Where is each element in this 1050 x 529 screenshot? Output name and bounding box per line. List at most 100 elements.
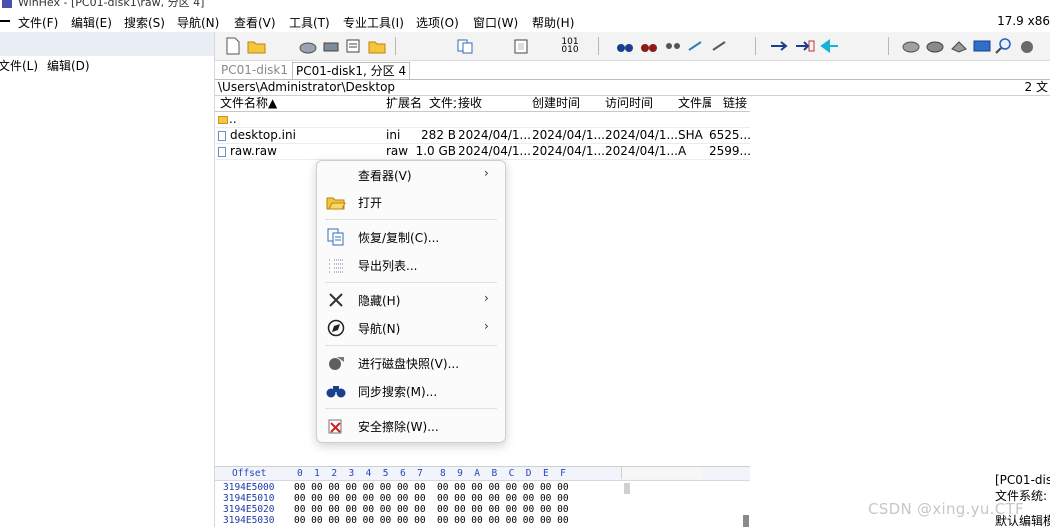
hex-column-header: 0 1 2 3 4 5 6 7 8 9 A B C D E F bbox=[297, 468, 566, 479]
hex-toolbar bbox=[621, 467, 702, 479]
file-created: 2024/04/1... bbox=[532, 128, 604, 142]
hex-bytes[interactable]: 00 00 00 00 00 00 00 00 00 00 00 00 00 0… bbox=[294, 482, 569, 493]
open-folder-icon bbox=[326, 193, 346, 211]
print-icon[interactable] bbox=[321, 36, 341, 56]
file-attr: SHA bbox=[678, 128, 703, 142]
zoom-icon[interactable] bbox=[994, 36, 1014, 56]
file-list: 文件名称▲ 扩展名 文件大小 接收 创建时间 访问时间 文件属 链接 .. de… bbox=[215, 96, 751, 160]
left-menu-file[interactable]: 文件(L) bbox=[0, 57, 38, 74]
hex-bytes[interactable]: 00 00 00 00 00 00 00 00 00 00 00 00 00 0… bbox=[294, 515, 569, 526]
hex-bytes[interactable]: 00 00 00 00 00 00 00 00 00 00 00 00 00 0… bbox=[294, 504, 569, 515]
save-icon[interactable] bbox=[298, 36, 318, 56]
hex-offset: 3194E5000 bbox=[223, 482, 275, 493]
col-header-name[interactable]: 文件名称▲ bbox=[220, 96, 380, 111]
menu-item-export-list[interactable]: 导出列表... bbox=[317, 252, 505, 278]
directory-browser-pane: 文件(L) 编辑(D) bbox=[0, 32, 215, 527]
toolbar: 101 010 bbox=[215, 32, 1050, 61]
left-pane-header bbox=[0, 32, 214, 56]
binary-convert-icon[interactable]: 101 010 bbox=[560, 36, 580, 56]
col-header-size[interactable]: 文件大小 bbox=[429, 96, 456, 111]
chevron-right-icon: › bbox=[484, 291, 489, 305]
goto-sector-icon[interactable] bbox=[795, 36, 815, 56]
menu-navigate[interactable]: 导航(N) bbox=[177, 14, 219, 31]
version-label: 17.9 x86 bbox=[997, 14, 1050, 28]
snapshot-icon[interactable] bbox=[1017, 36, 1037, 56]
system-menu-icon[interactable] bbox=[0, 20, 10, 22]
menu-item-disk-snapshot[interactable]: 进行磁盘快照(V)... bbox=[317, 350, 505, 376]
find-hex-icon[interactable] bbox=[639, 36, 659, 56]
menu-bar: 文件(F) 编辑(E) 搜索(S) 导航(N) 查看(V) 工具(T) 专业工具… bbox=[0, 10, 1050, 32]
context-menu: 查看器(V) › 打开 恢复/复制(C)... 导出列表... 隐藏(H) › … bbox=[316, 160, 506, 443]
hex-header: Offset 0 1 2 3 4 5 6 7 8 9 A B C D E F bbox=[215, 467, 750, 481]
menu-search[interactable]: 搜索(S) bbox=[124, 14, 165, 31]
find-text-icon[interactable] bbox=[615, 36, 635, 56]
menu-file[interactable]: 文件(F) bbox=[18, 14, 58, 31]
menu-item-hide[interactable]: 隐藏(H) › bbox=[317, 287, 505, 313]
table-row[interactable]: desktop.ini ini 282 B 2024/04/1... 2024/… bbox=[215, 128, 751, 144]
folder-icon bbox=[218, 116, 228, 124]
title-bar: WinHex - [PC01-disk1\raw, 分区 4] bbox=[0, 0, 1050, 10]
col-header-link[interactable]: 链接 bbox=[723, 96, 750, 111]
menu-separator bbox=[325, 408, 497, 409]
find-hex-values-icon[interactable] bbox=[663, 36, 683, 56]
menu-item-recover-copy[interactable]: 恢复/复制(C)... bbox=[317, 224, 505, 250]
hex-bytes[interactable]: 00 00 00 00 00 00 00 00 00 00 00 00 00 0… bbox=[294, 493, 569, 504]
menu-item-label: 查看器(V) bbox=[358, 169, 412, 183]
col-header-created[interactable]: 创建时间 bbox=[532, 96, 602, 111]
hex-scrollbar-thumb[interactable] bbox=[743, 515, 749, 527]
tab-partition[interactable]: PC01-disk1, 分区 4 bbox=[292, 62, 411, 79]
open-disk-drive-icon[interactable] bbox=[901, 36, 921, 56]
file-accessed: 2024/04/1... bbox=[605, 144, 677, 158]
menu-tools[interactable]: 工具(T) bbox=[289, 14, 330, 31]
hex-offset: 3194E5010 bbox=[223, 493, 275, 504]
menu-view[interactable]: 查看(V) bbox=[234, 14, 276, 31]
menu-pro-tools[interactable]: 专业工具(I) bbox=[343, 14, 404, 31]
menu-edit[interactable]: 编辑(E) bbox=[71, 14, 112, 31]
disk-editor-icon[interactable] bbox=[925, 36, 945, 56]
hex-row[interactable]: 3194E5000 00 00 00 00 00 00 00 00 00 00 … bbox=[215, 482, 625, 493]
menu-item-navigate[interactable]: 导航(N) › bbox=[317, 315, 505, 341]
hex-row[interactable]: 3194E5020 00 00 00 00 00 00 00 00 00 00 … bbox=[215, 504, 625, 515]
calculator-icon[interactable] bbox=[972, 36, 992, 56]
open-disk-icon[interactable] bbox=[367, 36, 387, 56]
table-row[interactable]: raw.raw raw 1.0 GB 2024/04/1... 2024/04/… bbox=[215, 144, 751, 160]
menu-options[interactable]: 选项(O) bbox=[416, 14, 459, 31]
hex-row[interactable]: 3194E5030 00 00 00 00 00 00 00 00 00 00 … bbox=[215, 515, 625, 526]
back-icon[interactable] bbox=[819, 36, 839, 56]
new-file-icon[interactable] bbox=[223, 36, 243, 56]
file-received: 2024/04/1... bbox=[458, 144, 530, 158]
tab-disk[interactable]: PC01-disk1 bbox=[218, 62, 291, 78]
menu-item-open[interactable]: 打开 bbox=[317, 189, 505, 215]
file-size: 282 B bbox=[421, 128, 456, 142]
binoculars-icon bbox=[326, 382, 346, 400]
ram-editor-icon[interactable] bbox=[949, 36, 969, 56]
menu-item-label: 导出列表... bbox=[358, 259, 418, 273]
goto-offset-icon[interactable] bbox=[770, 36, 790, 56]
hex-editor-pane: Offset 0 1 2 3 4 5 6 7 8 9 A B C D E F 3… bbox=[215, 466, 750, 528]
offset-header: Offset bbox=[232, 468, 267, 479]
paste-icon[interactable] bbox=[511, 36, 531, 56]
table-row[interactable]: .. bbox=[215, 112, 750, 128]
menu-item-secure-wipe[interactable]: 安全擦除(W)... bbox=[317, 413, 505, 439]
hex-row[interactable]: 3194E5010 00 00 00 00 00 00 00 00 00 00 … bbox=[215, 493, 625, 504]
hex-offset: 3194E5020 bbox=[223, 504, 275, 515]
col-header-ext[interactable]: 扩展名 bbox=[386, 96, 428, 111]
col-header-accessed[interactable]: 访问时间 bbox=[605, 96, 675, 111]
replace-text-icon[interactable] bbox=[685, 36, 705, 56]
menu-item-label: 安全擦除(W)... bbox=[358, 420, 439, 434]
toolbar-separator bbox=[888, 37, 889, 55]
properties-icon[interactable] bbox=[343, 36, 363, 56]
export-list-icon bbox=[326, 256, 346, 274]
app-icon bbox=[2, 0, 12, 8]
left-menu-edit[interactable]: 编辑(D) bbox=[47, 57, 90, 74]
copy-block-icon[interactable] bbox=[455, 36, 475, 56]
menu-item-sync-search[interactable]: 同步搜索(M)... bbox=[317, 378, 505, 404]
menu-help[interactable]: 帮助(H) bbox=[532, 14, 574, 31]
menu-window[interactable]: 窗口(W) bbox=[473, 14, 518, 31]
replace-hex-icon[interactable] bbox=[709, 36, 729, 56]
col-header-received[interactable]: 接收 bbox=[458, 96, 528, 111]
file-name: raw.raw bbox=[230, 144, 277, 158]
menu-item-viewer[interactable]: 查看器(V) › bbox=[317, 162, 505, 188]
open-folder-icon[interactable] bbox=[247, 36, 267, 56]
col-header-attr[interactable]: 文件属 bbox=[678, 96, 711, 111]
